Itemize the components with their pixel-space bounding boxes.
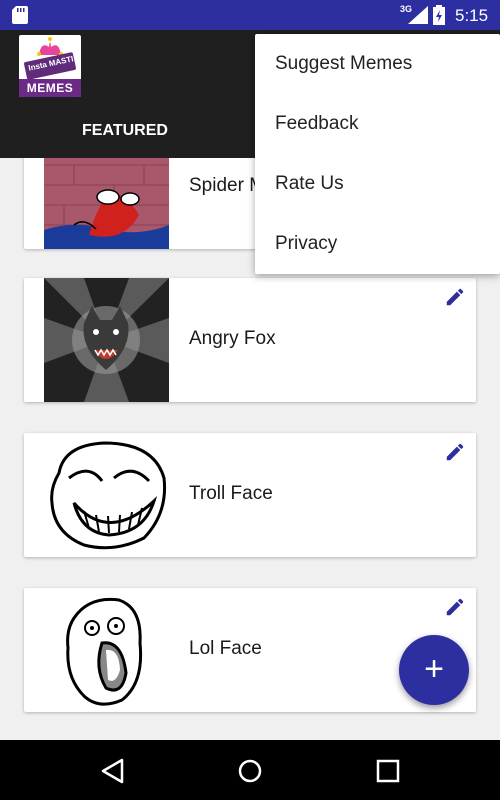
signal-icon [408, 6, 428, 24]
app-logo: Insta MASTI MEMES [19, 35, 81, 97]
add-icon: + [424, 650, 444, 688]
overflow-menu: Suggest Memes Feedback Rate Us Privacy [255, 34, 500, 274]
troll-face-meme [44, 433, 169, 557]
add-meme-button[interactable]: + [399, 635, 469, 705]
meme-title: Angry Fox [189, 328, 276, 349]
menu-item-feedback[interactable]: Feedback [255, 94, 500, 154]
recents-icon[interactable] [373, 756, 403, 786]
home-icon[interactable] [235, 756, 265, 786]
battery-icon [433, 5, 445, 25]
meme-card-troll-face[interactable]: Troll Face [24, 433, 476, 557]
status-time: 5:15 [455, 6, 489, 25]
tab-featured-label: FEATURED [82, 122, 168, 139]
meme-title: Lol Face [189, 638, 262, 659]
angry-wolf-meme [44, 278, 169, 402]
meme-title: Troll Face [189, 483, 273, 504]
logo-label: MEMES [26, 81, 74, 95]
back-icon[interactable] [98, 756, 128, 786]
menu-item-rate-us[interactable]: Rate Us [255, 154, 500, 214]
menu-item-privacy[interactable]: Privacy [255, 214, 500, 274]
lol-face-meme [44, 588, 169, 712]
meme-card-angry-fox[interactable]: Angry Fox [24, 278, 476, 402]
pencil-icon[interactable] [444, 596, 466, 618]
pencil-icon[interactable] [444, 286, 466, 308]
navigation-bar [0, 740, 500, 800]
sd-card-icon [12, 6, 28, 24]
menu-item-suggest-memes[interactable]: Suggest Memes [255, 34, 500, 94]
status-bar: 3G 5:15 [0, 0, 500, 30]
pencil-icon[interactable] [444, 441, 466, 463]
tab-featured[interactable]: FEATURED [0, 118, 250, 158]
spider-man-meme [44, 158, 169, 249]
